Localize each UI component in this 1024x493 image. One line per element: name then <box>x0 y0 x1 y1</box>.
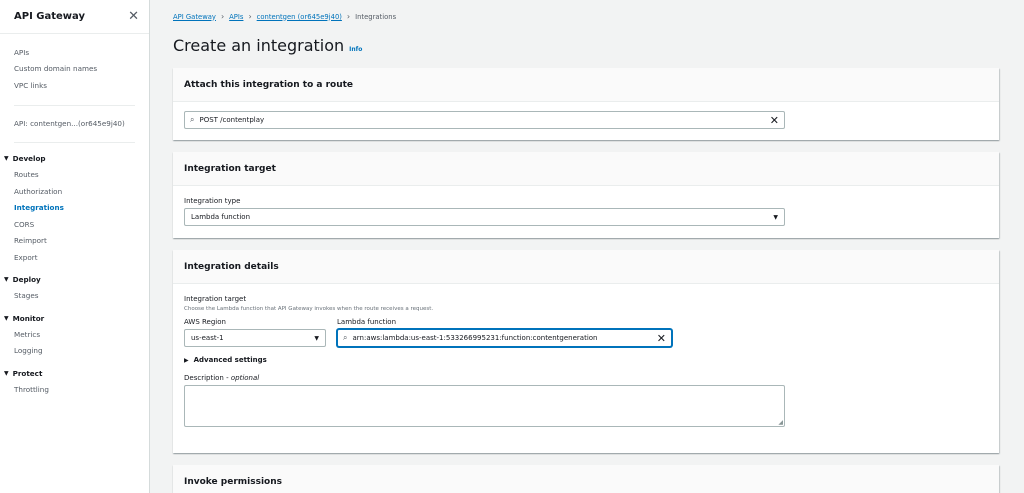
panel-title: Integration details <box>173 250 999 284</box>
caret-down-icon: ▼ <box>4 155 9 162</box>
sidebar-section-deploy[interactable]: ▼ Deploy <box>0 272 149 288</box>
sidebar-item-routes[interactable]: Routes <box>0 167 149 184</box>
panel-title: Invoke permissions <box>173 465 999 493</box>
invoke-permissions-panel: Invoke permissions <box>173 465 999 493</box>
integration-details-panel: Integration details Integration target C… <box>173 250 999 453</box>
sidebar-section-monitor[interactable]: ▼ Monitor <box>0 310 149 326</box>
page-title-text: Create an integration <box>173 36 345 55</box>
sidebar-section-protect[interactable]: ▼ Protect <box>0 365 149 381</box>
sidebar-api-name[interactable]: API: contentgen...(or645e9j40) <box>0 113 149 135</box>
resize-handle-icon[interactable]: ◢ <box>778 419 783 426</box>
caret-right-icon: ▶ <box>184 356 189 364</box>
aws-region-value: us-east-1 <box>191 334 224 342</box>
aws-region-label: AWS Region <box>184 318 226 326</box>
chevron-right-icon: › <box>346 12 351 21</box>
integration-type-label: Integration type <box>184 197 241 205</box>
caret-down-icon: ▼ <box>4 276 9 283</box>
sidebar-item-integrations[interactable]: Integrations <box>0 200 149 217</box>
lambda-function-input[interactable]: ⌕ arn:aws:lambda:us-east-1:533266995231:… <box>337 329 672 347</box>
sidebar-item-metrics[interactable]: Metrics <box>0 326 149 343</box>
sidebar-item-throttling[interactable]: Throttling <box>0 381 149 398</box>
sidebar-item-reimport[interactable]: Reimport <box>0 233 149 250</box>
integration-type-value: Lambda function <box>191 213 251 221</box>
panel-title: Integration target <box>173 152 999 186</box>
integration-target-description: Choose the Lambda function that API Gate… <box>184 306 434 312</box>
route-search-value: POST /contentplay <box>199 116 265 124</box>
description-label: Description - optional <box>184 374 260 382</box>
close-icon[interactable]: ✕ <box>128 10 139 23</box>
sidebar-nav: API Gateway ✕ APIs Custom domain names V… <box>0 0 150 493</box>
sidebar-title[interactable]: API Gateway <box>14 11 85 22</box>
clear-icon[interactable]: ✕ <box>657 333 666 344</box>
lambda-function-label: Lambda function <box>337 318 397 326</box>
breadcrumb-api-gateway[interactable]: API Gateway <box>173 13 216 21</box>
info-link[interactable]: Info <box>349 46 362 53</box>
breadcrumb-apis[interactable]: APIs <box>229 13 243 21</box>
advanced-settings-toggle[interactable]: ▶ Advanced settings <box>184 356 988 364</box>
caret-down-icon: ▼ <box>773 213 778 221</box>
search-icon: ⌕ <box>343 333 348 342</box>
integration-target-label: Integration target <box>184 295 247 303</box>
aws-region-select[interactable]: us-east-1 ▼ <box>184 329 326 347</box>
sidebar-item-cors[interactable]: CORS <box>0 216 149 233</box>
caret-down-icon: ▼ <box>4 314 9 322</box>
description-textarea[interactable]: ◢ <box>184 385 785 427</box>
panel-title: Attach this integration to a route <box>173 68 999 102</box>
optional-tag: optional <box>230 374 260 382</box>
caret-down-icon: ▼ <box>314 334 319 342</box>
chevron-right-icon: › <box>248 12 252 21</box>
scrollbar[interactable] <box>1020 0 1024 493</box>
search-icon: ⌕ <box>190 115 195 124</box>
main-content: API Gateway › APIs › contentgen (or645e9… <box>151 0 1024 493</box>
sidebar-section-develop[interactable]: ▼ Develop <box>0 151 149 167</box>
sidebar-item-authorization[interactable]: Authorization <box>0 183 149 200</box>
breadcrumb-current: Integrations <box>355 12 397 21</box>
sidebar-item-custom-domain-names[interactable]: Custom domain names <box>0 61 149 78</box>
route-panel: Attach this integration to a route ⌕ POS… <box>173 68 999 140</box>
sidebar-item-vpc-links[interactable]: VPC links <box>0 77 149 94</box>
breadcrumb: API Gateway › APIs › contentgen (or645e9… <box>173 12 396 21</box>
breadcrumb-api[interactable]: contentgen (or645e9j40) <box>257 13 342 21</box>
clear-icon[interactable]: ✕ <box>770 115 779 126</box>
sidebar-item-stages[interactable]: Stages <box>0 288 149 305</box>
sidebar-item-logging[interactable]: Logging <box>0 343 149 360</box>
sidebar-header: API Gateway ✕ <box>0 0 149 34</box>
integration-type-select[interactable]: Lambda function ▼ <box>184 208 785 226</box>
lambda-function-value: arn:aws:lambda:us-east-1:533266995231:fu… <box>352 334 598 342</box>
chevron-right-icon: › <box>220 12 225 21</box>
route-search-input[interactable]: ⌕ POST /contentplay ✕ <box>184 111 785 129</box>
caret-down-icon: ▼ <box>4 369 9 377</box>
sidebar-item-apis[interactable]: APIs <box>0 44 149 61</box>
page-title: Create an integration Info <box>173 36 362 55</box>
integration-target-panel: Integration target Integration type Lamb… <box>173 152 999 238</box>
sidebar-item-export[interactable]: Export <box>0 249 149 266</box>
